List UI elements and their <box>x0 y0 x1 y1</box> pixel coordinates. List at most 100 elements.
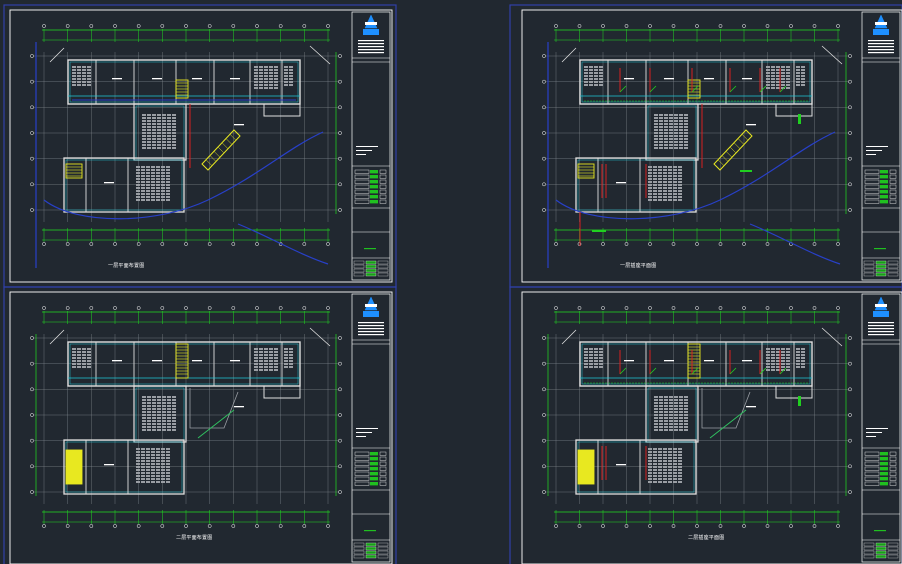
seat <box>142 132 146 134</box>
seat <box>142 135 146 137</box>
seat <box>648 190 652 192</box>
seat <box>254 354 258 356</box>
seat <box>77 84 81 86</box>
seat <box>771 351 775 353</box>
seat <box>269 369 273 371</box>
seat <box>679 420 683 422</box>
seat <box>679 426 683 428</box>
seat <box>151 460 155 462</box>
seat <box>264 366 268 368</box>
seat <box>664 408 668 410</box>
room-label <box>234 406 244 408</box>
seat <box>151 457 155 459</box>
seat <box>151 190 155 192</box>
seat <box>658 478 662 480</box>
seat <box>684 129 688 131</box>
seat <box>146 169 150 171</box>
seat <box>658 448 662 450</box>
seat <box>141 181 145 183</box>
seat <box>653 478 657 480</box>
seat <box>684 426 688 428</box>
seat <box>678 184 682 186</box>
room-label <box>104 182 114 184</box>
seat <box>166 190 170 192</box>
seat <box>786 87 790 89</box>
seat <box>653 199 657 201</box>
seat <box>674 405 678 407</box>
title-table-green-cell <box>880 185 888 189</box>
seat <box>77 66 81 68</box>
seat <box>259 84 263 86</box>
seat <box>589 366 593 368</box>
seat <box>151 178 155 180</box>
seat <box>141 172 145 174</box>
title-signature-cell <box>365 268 377 273</box>
seat <box>659 147 663 149</box>
title-signature-cell <box>365 554 377 559</box>
seat <box>673 193 677 195</box>
seat <box>663 460 667 462</box>
seat <box>653 475 657 477</box>
seat <box>161 478 165 480</box>
seat <box>156 196 160 198</box>
seat <box>156 199 160 201</box>
sheet-label-top-left: 一层平面布置图 <box>108 263 145 269</box>
seat <box>72 75 76 77</box>
title-signature-cell <box>365 550 377 555</box>
seat <box>166 199 170 201</box>
seat <box>659 429 663 431</box>
seat <box>678 457 682 459</box>
seat <box>663 172 667 174</box>
seat <box>659 132 663 134</box>
seat <box>663 190 667 192</box>
seat <box>584 66 588 68</box>
seat <box>664 144 668 146</box>
cad-drawing-canvas[interactable] <box>0 0 902 564</box>
seat <box>594 360 598 362</box>
seat <box>289 69 293 71</box>
seat <box>157 138 161 140</box>
title-table-green-cell <box>370 195 378 199</box>
seat <box>776 348 780 350</box>
seat <box>162 114 166 116</box>
seat <box>584 366 588 368</box>
seat <box>801 354 805 356</box>
seat <box>172 429 176 431</box>
title-block-text-line <box>358 49 384 51</box>
seat <box>274 348 278 350</box>
seat <box>166 196 170 198</box>
seat <box>674 429 678 431</box>
title-block-text-line <box>868 40 894 42</box>
seat <box>801 351 805 353</box>
seat <box>147 141 151 143</box>
title-block-green-mark <box>874 530 886 532</box>
seat <box>142 408 146 410</box>
room-label <box>112 360 122 362</box>
seat <box>161 172 165 174</box>
seat <box>157 147 161 149</box>
seat <box>264 75 268 77</box>
seat <box>766 69 770 71</box>
seat <box>274 69 278 71</box>
seat <box>674 120 678 122</box>
seat <box>674 417 678 419</box>
seat <box>668 187 672 189</box>
seat <box>141 460 145 462</box>
seat <box>801 72 805 74</box>
seat <box>684 120 688 122</box>
seat <box>162 138 166 140</box>
seat <box>254 81 258 83</box>
seat <box>166 193 170 195</box>
seat <box>167 402 171 404</box>
seat <box>167 135 171 137</box>
seat <box>674 396 678 398</box>
seat <box>766 348 770 350</box>
seat <box>269 351 273 353</box>
seat <box>259 360 263 362</box>
logo-stripe <box>365 304 377 307</box>
seat <box>152 417 156 419</box>
sheet-label-top-right: 一层插座平面图 <box>620 263 657 269</box>
seat <box>653 184 657 186</box>
seat <box>684 141 688 143</box>
seat <box>146 466 150 468</box>
